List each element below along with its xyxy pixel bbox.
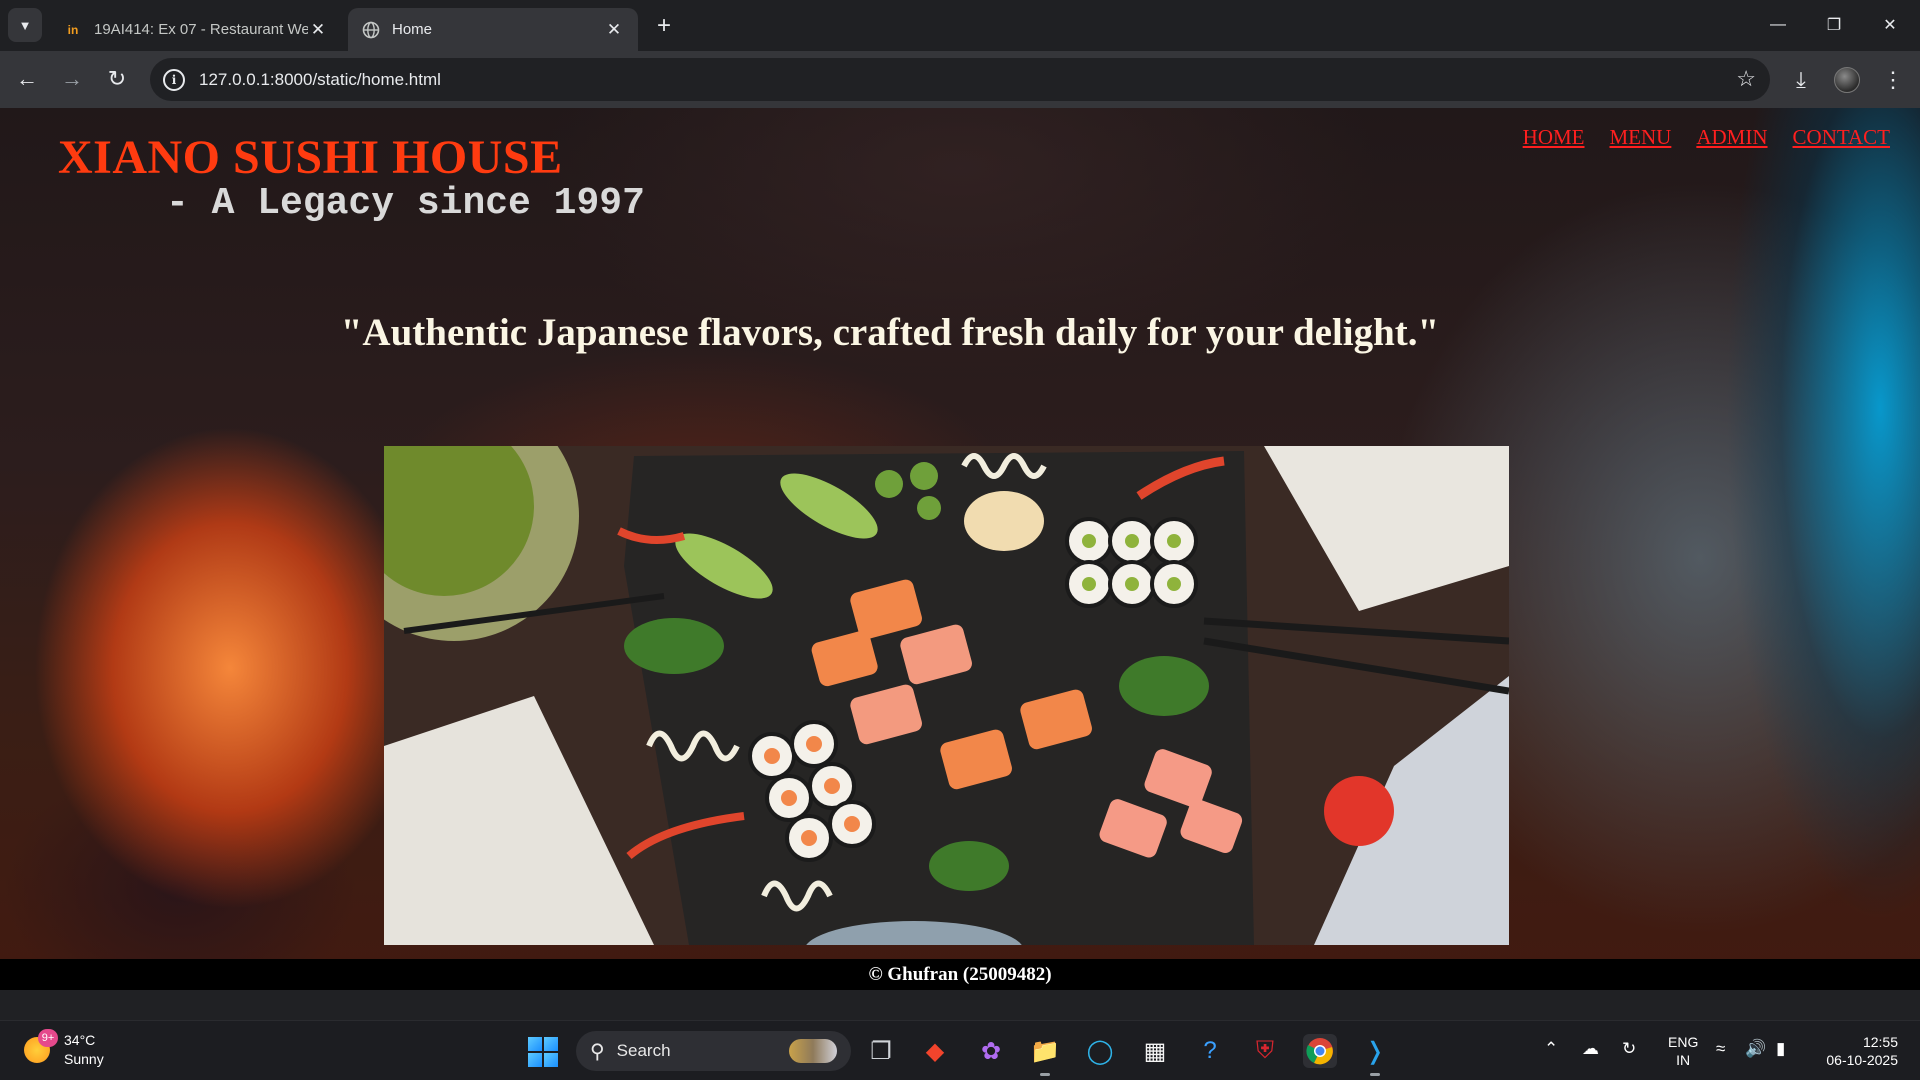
mcafee-shield-icon[interactable]: ⛨ — [1248, 1034, 1282, 1068]
page-footer: © Ghufran (25009482) — [0, 959, 1920, 990]
tab-title: 19AI414: Ex 07 - Restaurant We — [94, 21, 308, 38]
tab-restaurant-exercise[interactable]: in 19AI414: Ex 07 - Restaurant We ✕ — [50, 8, 342, 51]
profile-avatar[interactable] — [1830, 63, 1864, 97]
copilot-icon[interactable]: ✿ — [974, 1034, 1008, 1068]
nav-link-home[interactable]: HOME — [1523, 125, 1585, 150]
tab-home[interactable]: Home ✕ — [348, 8, 638, 51]
weather-condition: Sunny — [64, 1051, 104, 1067]
page-viewport: XIANO SUSHI HOUSE - A Legacy since 1997 … — [0, 108, 1920, 990]
download-icon[interactable]: ⤓ — [1784, 63, 1818, 97]
address-bar[interactable]: i 127.0.0.1:8000/static/home.html ☆ — [150, 58, 1770, 101]
tab-favicon: in — [67, 22, 79, 37]
url-text[interactable]: 127.0.0.1:8000/static/home.html — [199, 70, 441, 90]
region-code: IN — [1676, 1052, 1691, 1068]
more-menu-icon[interactable]: ⋮ — [1876, 63, 1910, 97]
chevron-down-icon: ▼ — [18, 17, 32, 33]
windows-start-icon[interactable] — [528, 1037, 558, 1067]
brand-title: XIANO SUSHI HOUSE — [58, 131, 563, 184]
reload-icon[interactable]: ↻ — [99, 61, 135, 97]
hero-quote: "Authentic Japanese flavors, crafted fre… — [340, 311, 1440, 354]
system-clock[interactable]: 12:55 06-10-2025 — [1818, 1033, 1898, 1069]
browser-tab-strip: ▼ in 19AI414: Ex 07 - Restaurant We ✕ Ho… — [0, 0, 1920, 51]
weather-widget[interactable]: 9+ 34°C Sunny — [24, 1029, 104, 1069]
main-nav: HOME MENU ADMIN CONTACT — [1523, 125, 1890, 150]
search-placeholder: Search — [616, 1041, 671, 1060]
nav-link-admin[interactable]: ADMIN — [1696, 125, 1767, 150]
chrome-browser-icon[interactable] — [1303, 1034, 1337, 1068]
clock-time: 12:55 — [1862, 1034, 1898, 1050]
weather-temp: 34°C — [64, 1032, 96, 1048]
vscode-icon[interactable]: ❭ — [1358, 1034, 1392, 1076]
nav-link-menu[interactable]: MENU — [1610, 125, 1672, 150]
app-red-diamond-icon[interactable]: ◆ — [918, 1034, 952, 1068]
chevron-up-icon[interactable]: ⌃ — [1544, 1039, 1558, 1059]
microsoft-store-icon[interactable]: ▦ — [1138, 1034, 1172, 1068]
wifi-icon[interactable]: ≈ — [1716, 1039, 1725, 1059]
battery-icon[interactable]: ▮ — [1776, 1039, 1785, 1059]
browser-toolbar: ← → ↻ i 127.0.0.1:8000/static/home.html … — [0, 51, 1920, 108]
search-highlight-image — [789, 1039, 837, 1063]
back-arrow-icon[interactable]: ← — [9, 61, 45, 97]
forward-arrow-icon[interactable]: → — [54, 61, 90, 97]
close-icon[interactable]: ✕ — [308, 20, 328, 40]
edge-browser-icon[interactable]: ◯ — [1083, 1034, 1117, 1068]
sync-icon[interactable]: ↻ — [1622, 1039, 1636, 1059]
sun-icon: 9+ — [24, 1029, 58, 1063]
task-view-icon[interactable]: ❐ — [864, 1034, 898, 1068]
minimize-icon[interactable]: — — [1750, 8, 1806, 42]
close-window-icon[interactable]: ✕ — [1862, 8, 1918, 42]
taskbar-search[interactable]: ⚲ Search — [576, 1031, 851, 1071]
site-info-icon[interactable]: i — [163, 68, 185, 91]
globe-icon — [362, 21, 380, 39]
onedrive-cloud-icon[interactable]: ☁ — [1582, 1039, 1599, 1059]
sushi-platter-image — [384, 446, 1509, 945]
notification-badge: 9+ — [38, 1029, 58, 1047]
clock-date: 06-10-2025 — [1826, 1052, 1898, 1068]
language-code: ENG — [1668, 1034, 1699, 1050]
file-explorer-icon[interactable]: 📁 — [1028, 1034, 1062, 1076]
brand-tagline: - A Legacy since 1997 — [166, 182, 645, 225]
windows-taskbar: 9+ 34°C Sunny ⚲ Search ❐ ◆ ✿ 📁 ◯ ▦ ? ⛨ ❭… — [0, 1020, 1920, 1080]
language-indicator[interactable]: ENG IN — [1668, 1033, 1698, 1069]
get-help-icon[interactable]: ? — [1193, 1034, 1227, 1068]
bookmark-star-icon[interactable]: ☆ — [1736, 66, 1756, 92]
search-icon: ⚲ — [590, 1040, 605, 1063]
tab-title: Home — [392, 21, 433, 38]
restore-icon[interactable]: ❐ — [1806, 8, 1862, 42]
tab-search-button[interactable]: ▼ — [8, 8, 42, 42]
volume-icon[interactable]: 🔊 — [1745, 1039, 1766, 1059]
nav-link-contact[interactable]: CONTACT — [1793, 125, 1890, 150]
close-icon[interactable]: ✕ — [604, 20, 624, 40]
new-tab-plus-icon[interactable]: + — [651, 12, 677, 39]
